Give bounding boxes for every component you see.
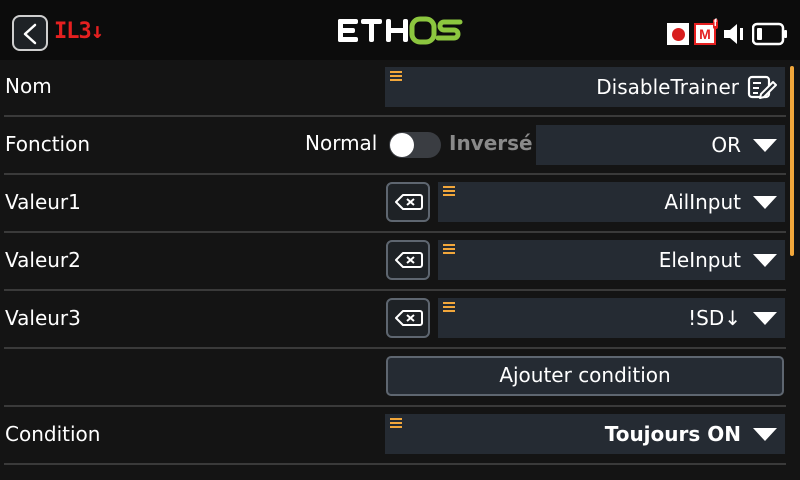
clear-value2-button[interactable] — [386, 240, 430, 280]
row-value2: Valeur2 EleInput — [0, 233, 786, 291]
dropdown-arrow-icon — [753, 312, 777, 325]
row-add-condition: Ajouter condition — [0, 349, 786, 407]
value3-label: Valeur3 — [5, 306, 81, 330]
model-name[interactable]: IL3↓ — [54, 19, 104, 44]
value1-label: Valeur1 — [5, 190, 81, 214]
backspace-icon — [395, 252, 423, 268]
ethos-logo — [338, 16, 463, 45]
row-value3: Valeur3 !SD↓ — [0, 291, 786, 349]
add-condition-button[interactable]: Ajouter condition — [386, 356, 784, 396]
name-field[interactable]: DisableTrainer — [385, 67, 785, 107]
clear-value1-button[interactable] — [386, 182, 430, 222]
back-icon — [23, 23, 37, 45]
value2-value: EleInput — [658, 248, 741, 272]
dropdown-arrow-icon — [753, 196, 777, 209]
name-label: Nom — [5, 74, 52, 98]
name-value: DisableTrainer — [596, 75, 739, 99]
dropdown-arrow-icon — [753, 139, 777, 152]
row-value1: Valeur1 AilInput — [0, 175, 786, 233]
mf-icon: Mf — [694, 19, 718, 45]
condition-value: Toujours ON — [604, 422, 741, 446]
speaker-icon — [724, 24, 743, 44]
row-condition: Condition Toujours ON — [0, 407, 786, 465]
value2-select[interactable]: EleInput — [438, 240, 785, 280]
dropdown-arrow-icon — [753, 254, 777, 267]
row-name: Nom DisableTrainer — [0, 59, 786, 117]
backspace-icon — [395, 194, 423, 210]
battery-icon — [752, 22, 787, 46]
drag-handle-icon — [443, 244, 455, 254]
record-icon — [667, 23, 689, 45]
condition-select[interactable]: Toujours ON — [385, 414, 785, 454]
value1-select[interactable]: AilInput — [438, 182, 785, 222]
toggle-normal-label: Normal — [305, 131, 378, 155]
dropdown-arrow-icon — [753, 428, 777, 441]
function-value: OR — [711, 133, 741, 157]
back-button[interactable] — [12, 15, 48, 51]
scrollbar[interactable] — [790, 66, 794, 256]
function-label: Fonction — [5, 132, 91, 156]
value3-value: !SD↓ — [688, 306, 741, 330]
inverse-toggle[interactable] — [389, 132, 441, 158]
clear-value3-button[interactable] — [386, 298, 430, 338]
toggle-knob — [390, 133, 414, 157]
function-select[interactable]: OR — [536, 125, 785, 165]
value2-label: Valeur2 — [5, 248, 81, 272]
drag-handle-icon — [390, 418, 402, 428]
backspace-icon — [395, 310, 423, 326]
row-function: Fonction Normal Inversé OR — [0, 117, 786, 175]
drag-handle-icon — [443, 186, 455, 196]
edit-icon — [747, 75, 777, 99]
divider — [4, 463, 786, 465]
toggle-inverse-label: Inversé — [449, 131, 533, 155]
condition-label: Condition — [5, 422, 101, 446]
value3-select[interactable]: !SD↓ — [438, 298, 785, 338]
top-bar: IL3↓ Mf — [0, 0, 800, 60]
drag-handle-icon — [390, 71, 402, 81]
status-icons: Mf — [667, 19, 788, 48]
drag-handle-icon — [443, 302, 455, 312]
value1-value: AilInput — [664, 190, 741, 214]
